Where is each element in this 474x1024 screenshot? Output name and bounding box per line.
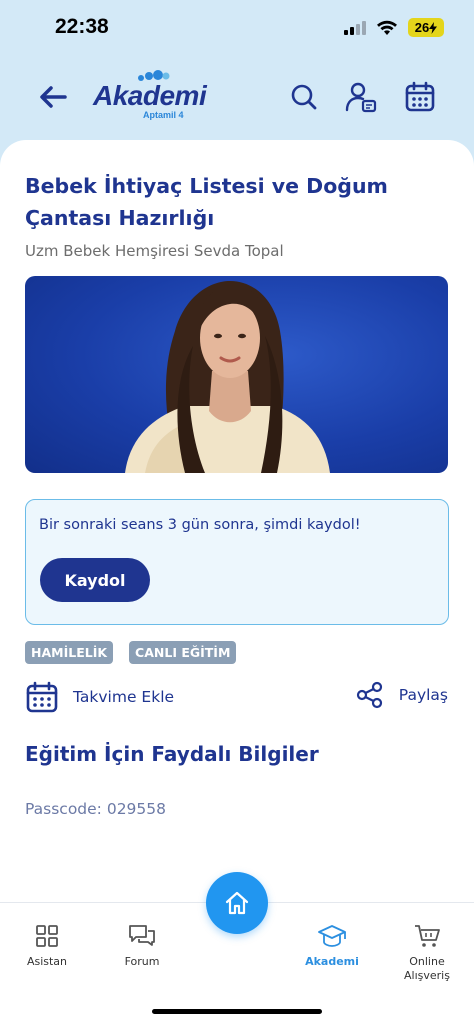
page-title: Bebek İhtiyaç Listesi ve Doğum Çantası H… bbox=[25, 174, 388, 230]
share-label: Paylaş bbox=[398, 686, 448, 704]
share-icon bbox=[356, 681, 382, 709]
nav-item-forum[interactable]: Forum bbox=[102, 923, 182, 969]
logo-text: Akademi bbox=[93, 80, 207, 111]
passcode-text: Passcode: 029558 bbox=[25, 800, 166, 818]
wifi-icon bbox=[377, 20, 397, 35]
home-button[interactable] bbox=[206, 872, 268, 934]
add-to-calendar-label: Takvime Ekle bbox=[73, 688, 175, 706]
status-bar: 22:38 26 bbox=[0, 0, 474, 56]
nav-item-akademi[interactable]: Akademi bbox=[292, 923, 372, 969]
add-to-calendar-button[interactable]: Takvime Ekle bbox=[25, 680, 174, 714]
status-time: 22:38 bbox=[55, 15, 109, 38]
calendar-icon bbox=[26, 681, 58, 713]
nav-label-forum: Forum bbox=[124, 955, 160, 968]
chat-icon bbox=[129, 925, 155, 946]
search-button[interactable] bbox=[287, 80, 321, 114]
calendar-icon bbox=[405, 81, 435, 112]
tag-list: HAMİLELİK CANLI EĞİTİM bbox=[25, 641, 237, 664]
cart-icon bbox=[415, 925, 440, 947]
app-header: Akademi Aptamil 4 bbox=[0, 62, 474, 132]
next-session-text: Bir sonraki seans 3 gün sonra, şimdi kay… bbox=[39, 517, 361, 533]
cellular-signal-icon bbox=[344, 20, 366, 35]
user-profile-icon bbox=[345, 82, 377, 113]
charging-bolt-icon bbox=[429, 21, 438, 34]
home-indicator bbox=[152, 1009, 322, 1014]
grid-icon bbox=[36, 925, 58, 947]
nav-label-online-shopping: Online Alışveriş bbox=[404, 955, 450, 982]
back-arrow-icon bbox=[40, 86, 67, 108]
calendar-button[interactable] bbox=[403, 80, 437, 114]
logo-subtext: Aptamil 4 bbox=[143, 110, 184, 120]
tag-pregnancy[interactable]: HAMİLELİK bbox=[25, 641, 114, 664]
instructor-photo bbox=[25, 276, 448, 473]
akademi-logo: Akademi Aptamil 4 bbox=[93, 66, 207, 130]
share-button[interactable]: Paylaş bbox=[355, 680, 448, 710]
profile-button[interactable] bbox=[344, 80, 378, 114]
section-title: Eğitim İçin Faydalı Bilgiler bbox=[25, 742, 319, 766]
nav-label-asistan: Asistan bbox=[26, 955, 68, 968]
home-icon bbox=[225, 891, 249, 915]
graduation-cap-icon bbox=[318, 925, 346, 947]
nav-item-online-shopping[interactable]: Online Alışveriş bbox=[387, 923, 467, 983]
search-icon bbox=[291, 84, 317, 110]
nav-label-akademi: Akademi bbox=[305, 955, 359, 968]
battery-level: 26 bbox=[414, 20, 430, 35]
back-button[interactable] bbox=[36, 80, 70, 114]
instructor-portrait-image bbox=[125, 281, 330, 473]
nav-item-asistan[interactable]: Asistan bbox=[7, 923, 87, 969]
register-button[interactable]: Kaydol bbox=[40, 558, 150, 602]
tag-live-training[interactable]: CANLI EĞİTİM bbox=[129, 641, 237, 664]
next-session-box: Bir sonraki seans 3 gün sonra, şimdi kay… bbox=[25, 499, 449, 625]
status-indicators: 26 bbox=[344, 18, 444, 37]
author-name: Uzm Bebek Hemşiresi Sevda Topal bbox=[25, 242, 284, 260]
battery-indicator: 26 bbox=[408, 18, 444, 37]
